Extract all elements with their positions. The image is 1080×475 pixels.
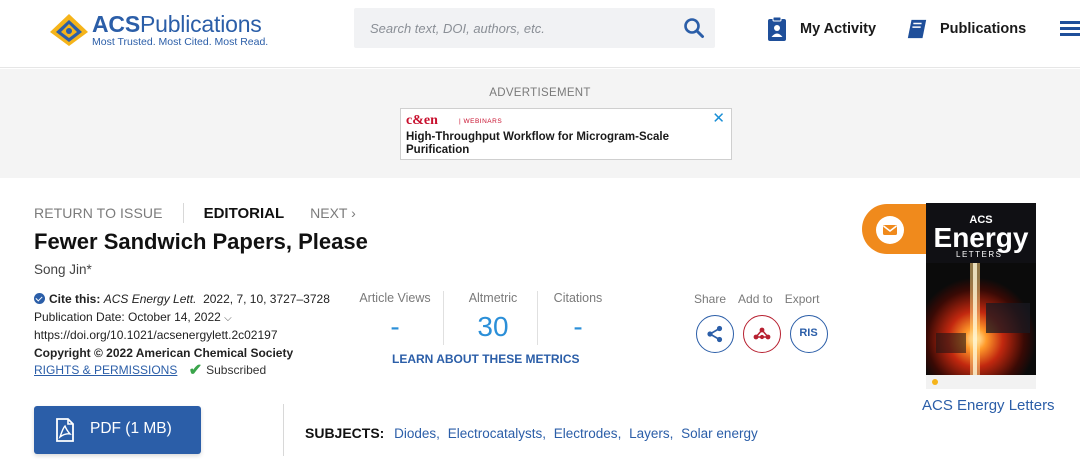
subject-link-diodes[interactable]: Diodes bbox=[394, 426, 436, 441]
search-bar bbox=[354, 8, 715, 48]
export-label: Export bbox=[784, 292, 820, 306]
metric-article-views: Article Views - bbox=[357, 291, 433, 343]
subject-separator: , bbox=[436, 426, 440, 441]
ad-headline: High-Throughput Workflow for Microgram-S… bbox=[406, 131, 670, 156]
next-article-link[interactable]: NEXT › bbox=[310, 205, 356, 221]
article-views-value: - bbox=[390, 311, 400, 342]
subject-separator: , bbox=[669, 426, 674, 441]
altmetric-label: Altmetric bbox=[468, 291, 518, 305]
check-circle-icon bbox=[34, 293, 45, 304]
acs-logo-icon bbox=[50, 14, 88, 46]
ris-label: RIS bbox=[799, 327, 818, 339]
subject-link-solar-energy[interactable]: Solar energy bbox=[681, 426, 758, 441]
logo-title: ACSPublications bbox=[92, 11, 262, 37]
chevron-down-icon: ⌵ bbox=[224, 312, 232, 324]
publications-label: Publications bbox=[940, 21, 1027, 37]
metric-divider bbox=[537, 291, 538, 345]
pdf-download-button[interactable]: PDF (1 MB) bbox=[34, 406, 201, 454]
checkmark-icon: ✔ bbox=[188, 362, 203, 379]
article-title: Fewer Sandwich Papers, Please bbox=[34, 229, 368, 254]
article-actions: Share Add to Export RIS bbox=[694, 292, 834, 353]
subjects-list: SUBJECTS: Diodes, Electrocatalysts, Elec… bbox=[305, 425, 758, 441]
article-views-label: Article Views bbox=[359, 291, 431, 305]
site-header: ACSPublications Most Trusted. Most Cited… bbox=[0, 0, 1080, 68]
rights-permissions-link[interactable]: RIGHTS & PERMISSIONS bbox=[34, 363, 177, 377]
cover-image: ACS Energy LETTERS bbox=[926, 203, 1036, 389]
journal-name-link[interactable]: ACS Energy Letters bbox=[922, 397, 1055, 414]
doi-link[interactable]: https://doi.org/10.1021/acsenergylett.2c… bbox=[34, 327, 354, 345]
publications-link[interactable]: Publications bbox=[906, 16, 1026, 42]
metric-divider bbox=[443, 291, 444, 345]
cover-energy: Energy bbox=[934, 222, 1029, 253]
export-ris-button[interactable]: RIS bbox=[790, 315, 828, 353]
add-to-label: Add to bbox=[738, 292, 773, 306]
mail-icon-bg bbox=[876, 216, 904, 244]
share-button[interactable] bbox=[696, 315, 734, 353]
menu-icon[interactable] bbox=[1060, 18, 1080, 38]
subject-link-electrocatalysts[interactable]: Electrocatalysts bbox=[448, 426, 543, 441]
learn-about-metrics-link[interactable]: LEARN ABOUT THESE METRICS bbox=[392, 352, 580, 366]
ad-brand-sub: | WEBINARS bbox=[459, 118, 503, 125]
citation-block: Cite this: ACS Energy Lett. 2022, 7, 10,… bbox=[34, 291, 354, 380]
copyright: Copyright © 2022 American Chemical Socie… bbox=[34, 345, 294, 360]
altmetric-value: 30 bbox=[477, 311, 509, 342]
add-to-icon bbox=[753, 327, 771, 340]
subject-link-layers[interactable]: Layers bbox=[629, 426, 670, 441]
acs-logo[interactable]: ACSPublications Most Trusted. Most Cited… bbox=[48, 10, 278, 50]
subject-separator: , bbox=[542, 426, 546, 441]
activity-icon bbox=[768, 16, 786, 41]
search-input[interactable] bbox=[354, 8, 674, 48]
citations-value: - bbox=[573, 311, 583, 342]
email-alert-tab[interactable] bbox=[862, 204, 926, 254]
subscribed-status: Subscribed bbox=[206, 363, 267, 377]
logo-tagline: Most Trusted. Most Cited. Most Read. bbox=[92, 36, 269, 48]
nav-divider bbox=[182, 203, 184, 223]
mail-icon bbox=[883, 225, 897, 235]
cite-row[interactable]: Cite this: ACS Energy Lett. 2022, 7, 10,… bbox=[34, 291, 354, 309]
advertisement-label: ADVERTISEMENT bbox=[489, 87, 591, 99]
cover-letters: LETTERS bbox=[956, 250, 1003, 259]
metric-citations: Citations - bbox=[547, 291, 609, 343]
pdf-download-label: PDF (1 MB) bbox=[90, 420, 172, 437]
ad-brand: c&en bbox=[406, 113, 438, 128]
subject-link-electrodes[interactable]: Electrodes bbox=[554, 426, 618, 441]
publications-icon bbox=[907, 19, 927, 39]
advertisement-band: ADVERTISEMENT c&en | WEBINARS High-Throu… bbox=[0, 69, 1080, 178]
pdf-icon bbox=[56, 418, 74, 442]
advertisement-banner[interactable]: c&en | WEBINARS High-Throughput Workflow… bbox=[400, 108, 732, 160]
publication-date: Publication Date: October 14, 2022 bbox=[34, 309, 221, 324]
metric-altmetric[interactable]: Altmetric 30 bbox=[451, 291, 535, 343]
subject-separator: , bbox=[617, 426, 622, 441]
my-activity-label: My Activity bbox=[800, 21, 877, 37]
section-divider bbox=[283, 404, 284, 456]
article-type: EDITORIAL bbox=[203, 204, 285, 222]
add-to-button[interactable] bbox=[743, 315, 781, 353]
article-navigation: RETURN TO ISSUE EDITORIAL NEXT › bbox=[34, 203, 356, 223]
cite-details: 2022, 7, 10, 3727–3728 bbox=[203, 292, 330, 306]
cite-label: Cite this: bbox=[49, 292, 101, 306]
share-icon bbox=[707, 325, 723, 343]
article-metrics: Article Views - Altmetric 30 Citations - bbox=[357, 291, 610, 351]
return-to-issue-link[interactable]: RETURN TO ISSUE bbox=[34, 205, 163, 221]
subjects-label: SUBJECTS: bbox=[305, 425, 385, 441]
my-activity-link[interactable]: My Activity bbox=[766, 16, 876, 42]
share-label: Share bbox=[694, 292, 727, 306]
cite-journal: ACS Energy Lett. bbox=[103, 292, 197, 306]
citations-label: Citations bbox=[553, 291, 603, 305]
journal-cover[interactable]: ACS Energy LETTERS bbox=[926, 203, 1036, 389]
search-icon[interactable] bbox=[683, 17, 705, 39]
close-icon[interactable]: ✕ bbox=[712, 109, 725, 127]
publication-date-row[interactable]: Publication Date: October 14, 2022 ⌵ bbox=[34, 309, 354, 328]
article-author[interactable]: Song Jin* bbox=[34, 262, 92, 277]
